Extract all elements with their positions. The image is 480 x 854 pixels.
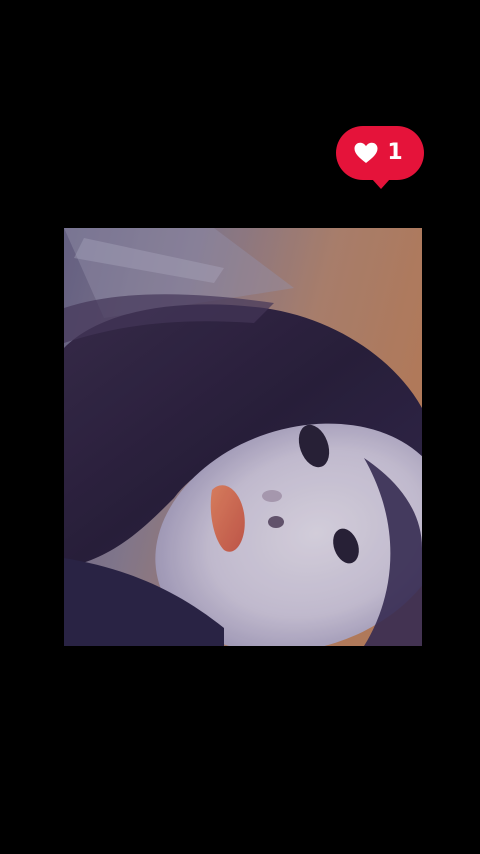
story-screen: 1	[0, 0, 480, 854]
heart-icon	[353, 141, 379, 165]
like-notification-bubble[interactable]: 1	[336, 126, 424, 189]
selfie-photo[interactable]	[64, 228, 422, 646]
like-count: 1	[387, 140, 403, 165]
